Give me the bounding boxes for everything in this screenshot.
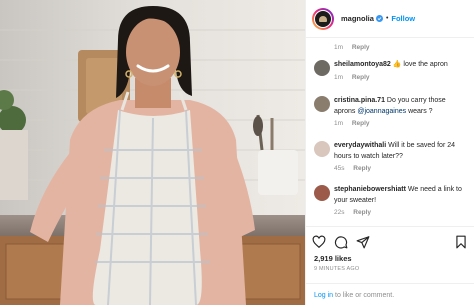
post-timestamp: 9 MINUTES AGO (314, 266, 360, 272)
post-actions: 2,919 likes 9 MINUTES AGO Log in to like… (306, 226, 474, 305)
comment-time: 1m (334, 44, 344, 51)
commenter-avatar[interactable] (314, 96, 330, 112)
comment-username[interactable]: everydaywithali (334, 142, 386, 149)
profile-avatar[interactable] (312, 7, 334, 30)
separator-dot: • (385, 15, 389, 22)
login-link[interactable]: Log in (314, 292, 333, 299)
comment-time: 1m (334, 120, 344, 127)
commenter-avatar[interactable] (314, 185, 330, 201)
reply-button[interactable]: Reply (353, 165, 371, 172)
follow-button[interactable]: Follow (391, 14, 415, 23)
comment-text: wears ? (406, 107, 433, 115)
comment-item: sheilamontoya82 👍 love the apron 1m Repl… (314, 60, 469, 81)
bookmark-icon[interactable] (454, 235, 468, 254)
comment-time: 1m (334, 73, 344, 81)
share-icon[interactable] (356, 235, 370, 254)
comment-text: 👍 love the apron (392, 61, 448, 68)
login-prompt: Log in to like or comment. (306, 283, 474, 299)
likes-count[interactable]: 2,919 likes (314, 254, 352, 263)
post-photo[interactable] (0, 0, 305, 305)
comment-item: stephaniebowershiatt We need a link to y… (314, 185, 469, 216)
action-icons (312, 235, 469, 249)
comment-time: 22s (334, 209, 345, 216)
post-side-panel: magnolia • Follow 1m Reply sheilamontoya… (305, 0, 474, 305)
comment-username[interactable]: sheilamontoya82 (334, 61, 391, 68)
reply-button[interactable]: Reply (353, 209, 371, 216)
comment-username[interactable]: cristina.pina.71 (334, 97, 385, 104)
reply-button[interactable]: Reply (352, 120, 370, 127)
comment-meta-previous: 1m Reply (314, 41, 469, 51)
login-prompt-text: to like or comment. (333, 292, 395, 299)
reply-button[interactable]: Reply (352, 74, 370, 81)
comment-time: 45s (334, 165, 345, 172)
verified-badge-icon (375, 15, 383, 22)
post-header: magnolia • Follow (306, 0, 474, 38)
photo-woman-in-apron (0, 0, 305, 305)
comment-username[interactable]: stephaniebowershiatt (334, 186, 406, 193)
username[interactable]: magnolia (341, 14, 374, 23)
heart-icon[interactable] (312, 235, 326, 254)
commenter-avatar[interactable] (314, 60, 330, 76)
comment-item: everydaywithali Will it be saved for 24 … (314, 141, 469, 172)
commenter-avatar[interactable] (314, 141, 330, 157)
reply-button[interactable]: Reply (352, 44, 370, 51)
comment-mention[interactable]: @joannagaines (357, 108, 406, 115)
comment-item: cristina.pina.71 Do you carry those apro… (314, 96, 469, 127)
comment-icon[interactable] (334, 235, 348, 254)
